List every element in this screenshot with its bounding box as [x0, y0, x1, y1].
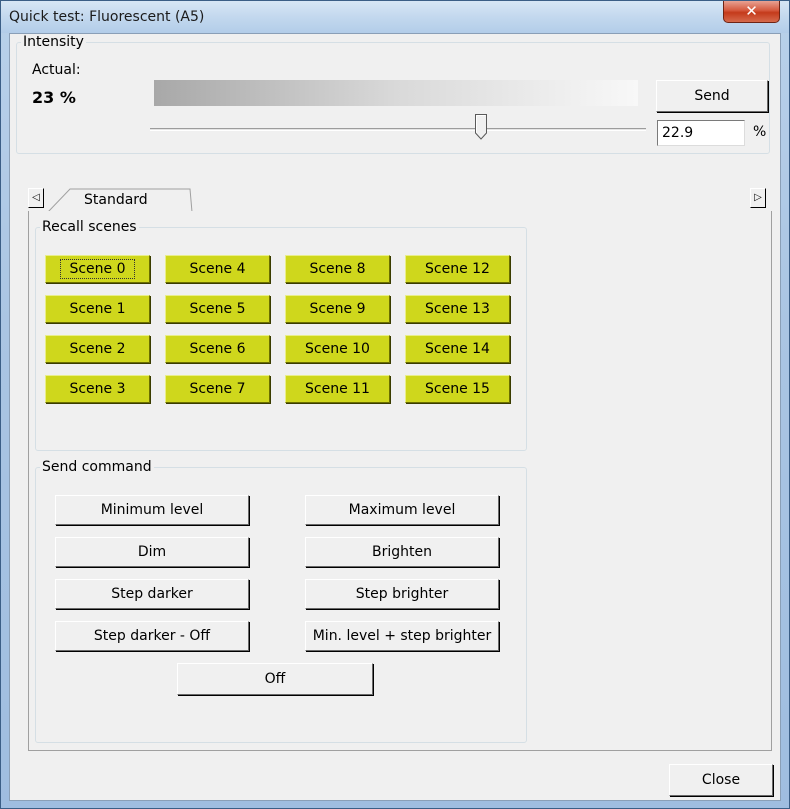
scene-9-label: Scene 9 — [309, 301, 366, 317]
scene-15-label: Scene 15 — [425, 381, 490, 397]
scene-12-label: Scene 12 — [425, 261, 490, 277]
scene-4-label: Scene 4 — [189, 261, 246, 277]
scene-0-button[interactable]: Scene 0 — [45, 255, 150, 283]
send-command-label: Send command — [42, 459, 152, 475]
tab-scroll-right-button[interactable]: ▷ — [750, 188, 766, 208]
scene-13-label: Scene 13 — [425, 301, 490, 317]
close-button[interactable]: Close — [669, 764, 773, 796]
off-button[interactable]: Off — [177, 663, 373, 695]
scene-12-button[interactable]: Scene 12 — [405, 255, 510, 283]
scene-15-button[interactable]: Scene 15 — [405, 375, 510, 403]
step-brighter-button[interactable]: Step brighter — [305, 579, 499, 609]
intensity-slider-track[interactable] — [150, 128, 646, 131]
intensity-slider-thumb[interactable] — [475, 114, 487, 140]
intensity-input[interactable] — [657, 120, 745, 146]
scene-8-button[interactable]: Scene 8 — [285, 255, 390, 283]
step-brighter-label: Step brighter — [355, 586, 449, 602]
close-button-label: Close — [701, 772, 741, 788]
step-darker-label: Step darker — [111, 586, 193, 602]
step-darker-button[interactable]: Step darker — [55, 579, 249, 609]
scene-14-label: Scene 14 — [425, 341, 490, 357]
send-button-label: Send — [694, 88, 730, 104]
tab-scroll-left-button[interactable]: ◁ — [28, 188, 44, 208]
scene-1-button[interactable]: Scene 1 — [45, 295, 150, 323]
scene-0-label: Scene 0 — [60, 259, 135, 279]
scene-3-label: Scene 3 — [69, 381, 126, 397]
close-window-button[interactable]: ✕ — [723, 1, 780, 23]
scene-8-label: Scene 8 — [309, 261, 366, 277]
intensity-group-label: Intensity — [23, 34, 84, 50]
off-label: Off — [264, 671, 286, 687]
scene-2-button[interactable]: Scene 2 — [45, 335, 150, 363]
scene-5-label: Scene 5 — [189, 301, 246, 317]
minimum-level-button[interactable]: Minimum level — [55, 495, 249, 525]
scene-1-label: Scene 1 — [69, 301, 126, 317]
percent-unit-label: % — [753, 124, 767, 140]
dialog-client-area: Intensity Actual: 23 % Send % ◁ Standard… — [9, 33, 781, 801]
minimum-level-label: Minimum level — [100, 502, 204, 518]
tab-standard-label: Standard — [84, 192, 148, 208]
window-title: Quick test: Fluorescent (A5) — [9, 9, 205, 25]
scene-9-button[interactable]: Scene 9 — [285, 295, 390, 323]
scene-11-label: Scene 11 — [305, 381, 370, 397]
step-darker-off-button[interactable]: Step darker - Off — [55, 621, 249, 651]
actual-value: 23 % — [32, 88, 76, 107]
dim-label: Dim — [137, 544, 167, 560]
scene-14-button[interactable]: Scene 14 — [405, 335, 510, 363]
triangle-right-icon: ▷ — [754, 192, 762, 203]
brighten-button[interactable]: Brighten — [305, 537, 499, 567]
scene-13-button[interactable]: Scene 13 — [405, 295, 510, 323]
min-level-step-brighter-button[interactable]: Min. level + step brighter — [305, 621, 499, 651]
step-darker-off-label: Step darker - Off — [93, 628, 211, 644]
tab-page-standard: Recall scenes Scene 0 Scene 4 Scene 8 Sc… — [28, 211, 772, 751]
dim-button[interactable]: Dim — [55, 537, 249, 567]
scene-6-button[interactable]: Scene 6 — [165, 335, 270, 363]
dialog-window: Quick test: Fluorescent (A5) ✕ Intensity… — [0, 0, 790, 809]
x-icon: ✕ — [745, 2, 758, 20]
recall-scenes-label: Recall scenes — [42, 219, 137, 235]
maximum-level-label: Maximum level — [348, 502, 456, 518]
scene-7-button[interactable]: Scene 7 — [165, 375, 270, 403]
scene-10-label: Scene 10 — [305, 341, 370, 357]
maximum-level-button[interactable]: Maximum level — [305, 495, 499, 525]
scene-7-label: Scene 7 — [189, 381, 246, 397]
brighten-label: Brighten — [372, 544, 432, 560]
scene-6-label: Scene 6 — [189, 341, 246, 357]
title-bar[interactable]: Quick test: Fluorescent (A5) ✕ — [1, 1, 789, 33]
scene-3-button[interactable]: Scene 3 — [45, 375, 150, 403]
scene-10-button[interactable]: Scene 10 — [285, 335, 390, 363]
intensity-gradient-bar — [154, 80, 638, 106]
scene-2-label: Scene 2 — [69, 341, 126, 357]
scene-5-button[interactable]: Scene 5 — [165, 295, 270, 323]
scene-4-button[interactable]: Scene 4 — [165, 255, 270, 283]
triangle-left-icon: ◁ — [32, 192, 40, 203]
send-button[interactable]: Send — [656, 80, 768, 112]
min-level-step-brighter-label: Min. level + step brighter — [312, 628, 492, 644]
actual-label: Actual: — [32, 62, 81, 78]
scene-11-button[interactable]: Scene 11 — [285, 375, 390, 403]
